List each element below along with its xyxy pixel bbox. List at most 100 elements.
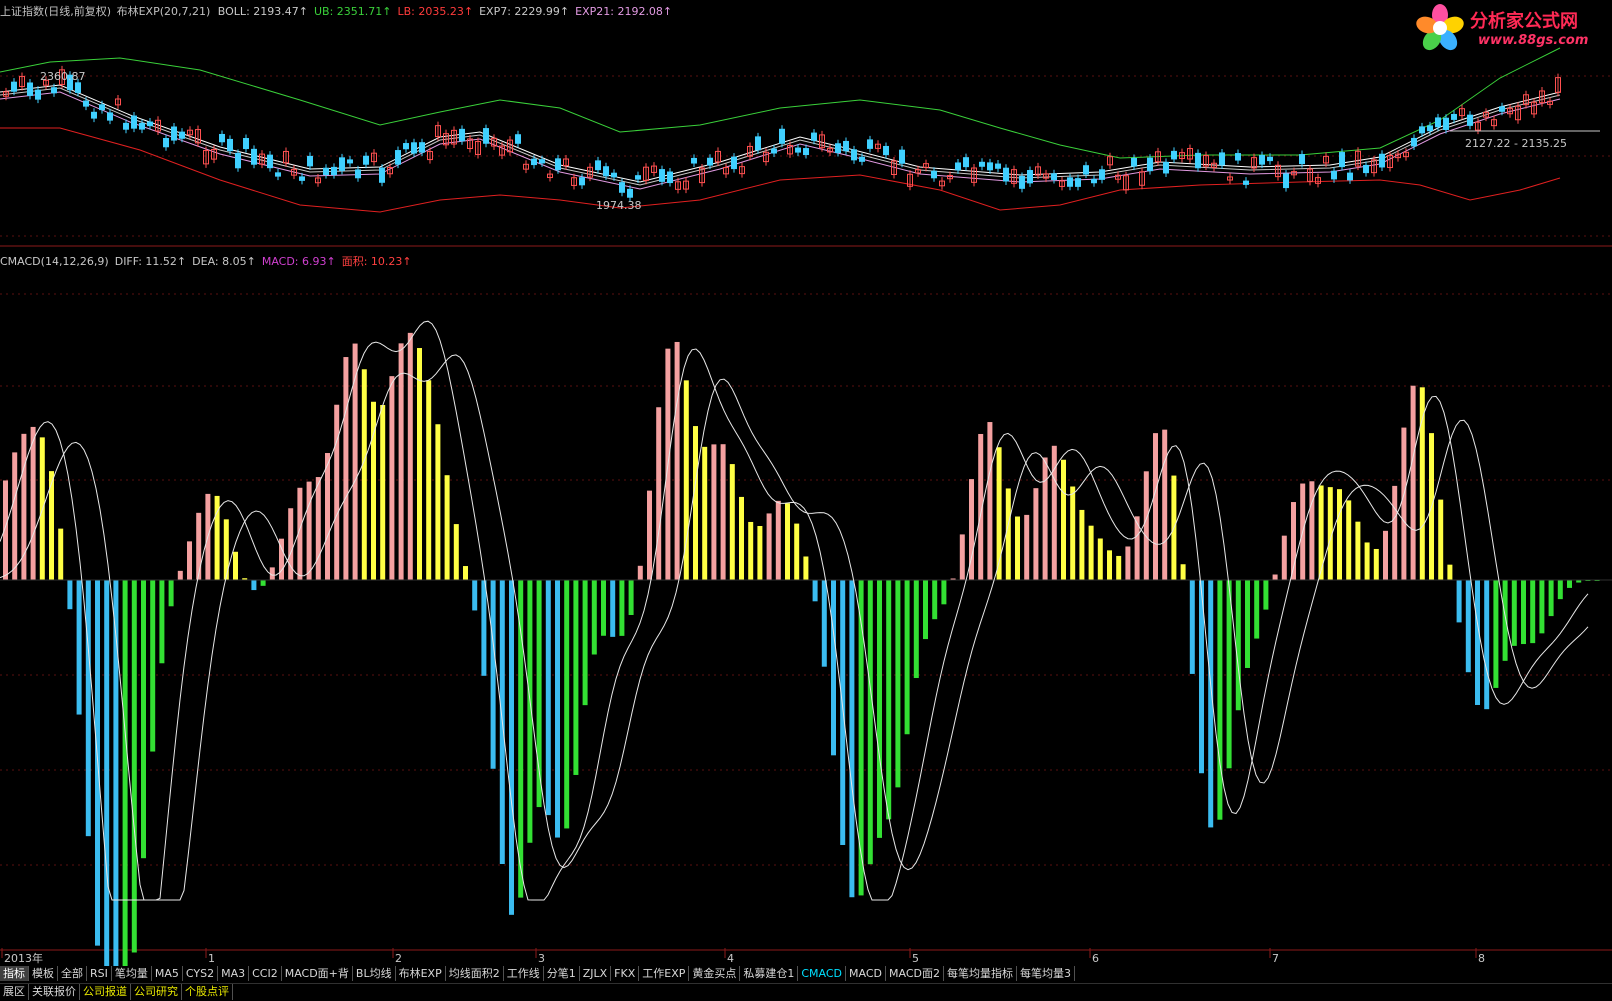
macd-bar: [1511, 580, 1517, 646]
candle-body: [27, 82, 33, 96]
macd-bar: [794, 523, 800, 580]
macd-bar: [1539, 580, 1545, 634]
stock-title: 上证指数(日线,前复权): [0, 5, 112, 18]
indicator-tab-10[interactable]: BL均线: [353, 966, 396, 981]
indicator-tab-18[interactable]: 黄金买点: [689, 966, 741, 981]
macd-bar: [591, 580, 597, 655]
candle-body: [483, 128, 489, 144]
candle-body: [1435, 117, 1441, 128]
bottom-tab-4[interactable]: 个股点评: [182, 984, 233, 1000]
candle-body: [83, 100, 89, 107]
macd-bar: [177, 570, 183, 580]
macd-bar: [656, 407, 662, 580]
time-label-6: 6: [1092, 952, 1099, 965]
candle-body: [963, 157, 969, 168]
macd-bar: [647, 490, 652, 580]
indicator-tab-23[interactable]: 每笔均量指标: [944, 966, 1017, 981]
indicator-tab-22[interactable]: MACD面2: [886, 966, 944, 981]
macd-bar: [325, 453, 330, 580]
indicator-tab-21[interactable]: MACD: [846, 966, 887, 981]
candle-body: [347, 159, 353, 164]
macd-bar: [1153, 433, 1158, 580]
candle-body: [859, 156, 865, 162]
macd-bar: [812, 580, 818, 602]
indicator-tab-9[interactable]: MACD面+背: [282, 966, 353, 981]
indicator-tab-14[interactable]: 分笔1: [544, 966, 580, 981]
macd-bar: [1024, 514, 1030, 580]
macd-bar: [1447, 564, 1453, 580]
macd-bar: [1364, 542, 1370, 580]
indicator-tab-15[interactable]: ZJLX: [580, 966, 612, 981]
candle-body: [139, 122, 145, 130]
candle-body: [275, 172, 281, 177]
macd-bar: [785, 503, 790, 580]
indicator-tab-0[interactable]: 指标: [0, 966, 29, 981]
indicator-tab-24[interactable]: 每笔均量3: [1017, 966, 1075, 981]
macd-bar: [1061, 459, 1066, 580]
bottom-tab-2[interactable]: 公司报道: [80, 984, 131, 1000]
macd-bar: [619, 580, 625, 636]
indicator-tab-4[interactable]: 笔均量: [112, 966, 152, 981]
macd-bar: [453, 524, 459, 580]
macd-bar: [720, 444, 726, 580]
candle-body: [403, 143, 409, 150]
bottom-tab-1[interactable]: 关联报价: [29, 984, 80, 1000]
macd-bar: [923, 580, 928, 640]
macd-bar: [398, 343, 404, 580]
macd-bar: [426, 380, 432, 580]
candle-body: [539, 159, 545, 164]
indicator-tab-5[interactable]: MA5: [152, 966, 183, 981]
indicator-tab-3[interactable]: RSI: [87, 966, 112, 981]
macd-bar: [1557, 580, 1563, 600]
candle-body: [11, 81, 17, 92]
indicator-tab-20[interactable]: CMACD: [798, 966, 847, 981]
candle-body: [411, 142, 417, 154]
indicator-tab-7[interactable]: MA3: [218, 966, 250, 981]
macd-bar: [472, 580, 478, 611]
macd-bar: [867, 580, 873, 865]
indicator-tab-12[interactable]: 均线面积2: [446, 966, 504, 981]
candle-body: [515, 134, 521, 144]
indicator-tab-6[interactable]: CYS2: [183, 966, 219, 981]
macd-bar: [1079, 509, 1085, 580]
indicator-tab-8[interactable]: CCI2: [249, 966, 282, 981]
candle-body: [1051, 173, 1057, 180]
candle-body: [1339, 152, 1345, 168]
indicator-tab-11[interactable]: 布林EXP: [396, 966, 446, 981]
macd-bar: [76, 580, 82, 715]
candle-body: [883, 145, 889, 156]
macd-bar: [1383, 530, 1388, 580]
macd-bar: [389, 376, 395, 580]
lower-value-2: DEA: 8.05↑: [192, 255, 256, 268]
macd-bar: [1005, 488, 1011, 580]
bottom-tab-0[interactable]: 展区: [0, 984, 29, 1000]
indicator-tab-19[interactable]: 私募建仓1: [740, 966, 799, 981]
indicator-tab-2[interactable]: 全部: [58, 966, 87, 981]
indicator-tab-1[interactable]: 模板: [29, 966, 58, 981]
upper-value-0: BOLL: 2193.47↑: [217, 5, 308, 18]
macd-bar: [1226, 580, 1232, 769]
candle-body: [1419, 126, 1425, 134]
flower-logo-icon: [1416, 4, 1464, 51]
time-label-4: 4: [727, 952, 734, 965]
macd-bar: [803, 556, 809, 580]
candle-body: [243, 138, 249, 150]
candle-body: [1443, 117, 1449, 130]
macd-bar: [1337, 489, 1342, 580]
candle-body: [419, 142, 425, 153]
upper-panel-header: 上证指数(日线,前复权) 布林EXP(20,7,21) BOLL: 2193.4…: [0, 5, 684, 19]
indicator-tab-17[interactable]: 工作EXP: [639, 966, 690, 981]
candle-body: [627, 188, 633, 198]
candle-body: [803, 148, 809, 156]
indicator-tab-16[interactable]: FKX: [611, 966, 640, 981]
candle-body: [99, 104, 105, 111]
candle-body: [1299, 154, 1305, 165]
logo-url: www.88gs.com: [1478, 33, 1589, 48]
indicator-name: 布林EXP(20,7,21): [116, 5, 211, 18]
bottom-tab-3[interactable]: 公司研究: [131, 984, 182, 1000]
indicator-tab-13[interactable]: 工作线: [504, 966, 544, 981]
candle-body: [1363, 164, 1369, 174]
macd-bar: [1530, 580, 1536, 644]
candle-body: [51, 87, 57, 94]
chart-canvas[interactable]: 2360.87 1974.38 2127.22 - 2135.25 2013年 1 2 3 4…: [0, 0, 1612, 1001]
